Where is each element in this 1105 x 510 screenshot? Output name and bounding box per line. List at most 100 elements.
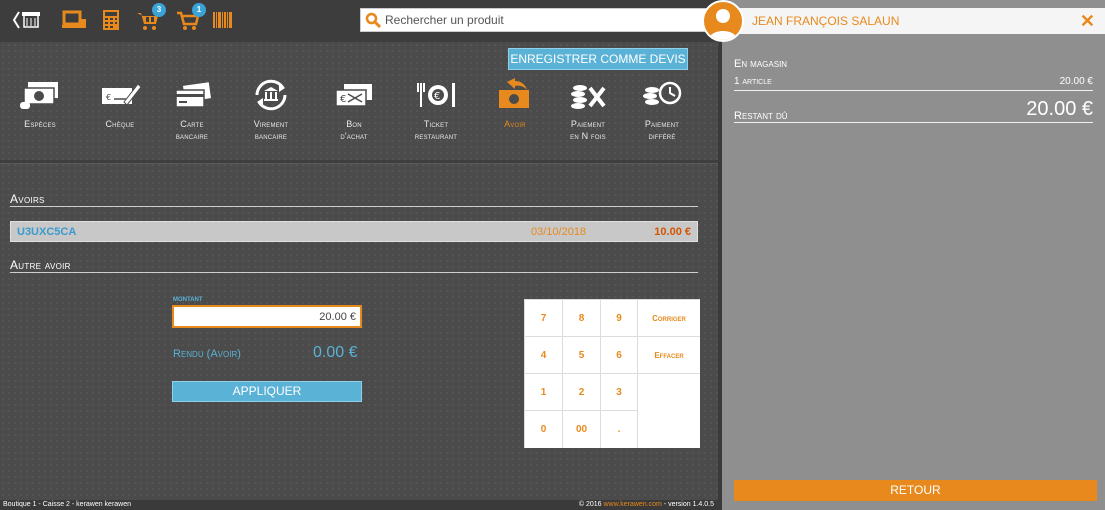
basket-icon[interactable]: 1 (176, 3, 206, 33)
section-divider (10, 272, 698, 273)
cheque-icon: € (85, 76, 155, 114)
credits-section-title: Avoirs (10, 192, 45, 206)
key-4[interactable]: 4 (525, 337, 563, 374)
payment-method-installments[interactable]: Paiement en N fois (553, 76, 623, 164)
key-8[interactable]: 8 (563, 300, 601, 337)
payment-method-label-2: restaurant (414, 131, 458, 141)
other-credit-section-title: Autre avoir (10, 258, 71, 272)
bank-transfer-icon (236, 76, 306, 114)
cart-icon[interactable]: 3 (136, 3, 166, 33)
keypad-empty-cell (638, 374, 700, 448)
payment-method-label: Bon (346, 119, 362, 129)
calculator-icon[interactable] (100, 7, 122, 33)
coins-x-icon (553, 76, 623, 114)
search-icon[interactable] (361, 12, 385, 28)
product-search-input[interactable] (385, 10, 705, 30)
credit-date: 03/10/2018 (531, 226, 587, 238)
key-9[interactable]: 9 (601, 300, 638, 337)
credit-note-row[interactable]: U3UXC5CA 03/10/2018 10.00 € (10, 221, 698, 242)
footer: Boutique 1 - Caisse 2 - kerawen kerawen … (0, 500, 718, 510)
key-5[interactable]: 5 (563, 337, 601, 374)
summary-divider (734, 122, 1093, 123)
customer-bar[interactable]: JEAN FRANÇOIS SALAUN ✕ (702, 0, 1105, 42)
articles-total: 20.00 € (1059, 76, 1093, 87)
methods-divider (0, 160, 718, 164)
version-text: - version 1.4.0.5 (663, 501, 714, 508)
payment-method-label: Avoir (504, 119, 526, 129)
cart-count-badge: 3 (152, 3, 166, 17)
change-label: Rendu (Avoir) (173, 348, 241, 360)
payment-method-label: Chèque (105, 119, 135, 129)
key-00[interactable]: 00 (563, 411, 601, 448)
key-1[interactable]: 1 (525, 374, 563, 411)
payment-method-label: Paiement (570, 119, 606, 129)
payment-method-cash[interactable]: Espèces (5, 76, 75, 164)
website-link[interactable]: www.kerawen.com (603, 501, 661, 508)
payment-method-label-2: bancaire (254, 131, 288, 141)
clear-key[interactable]: Effacer (638, 337, 700, 374)
svg-text:€: € (340, 94, 346, 105)
amount-input[interactable] (172, 305, 362, 328)
payment-method-cheque[interactable]: € Chèque (85, 76, 155, 164)
voucher-icon: € (319, 76, 389, 114)
barcode-icon[interactable] (212, 7, 234, 33)
order-count-badge: 1 (192, 3, 206, 17)
correct-key[interactable]: Corriger (638, 300, 700, 337)
payment-method-label-2: différé (648, 131, 676, 141)
credit-card-icon (157, 76, 227, 114)
key-7[interactable]: 7 (525, 300, 563, 337)
credit-code: U3UXC5CA (17, 226, 77, 238)
svg-text:€: € (106, 93, 111, 102)
key-6[interactable]: 6 (601, 337, 638, 374)
checkout-main-panel: 3 1 ENREGISTRER COMME DEVIS Espèces € (0, 0, 718, 510)
back-shop-icon[interactable] (12, 7, 42, 33)
apply-button[interactable]: APPLIQUER (172, 381, 362, 402)
user-icon[interactable] (702, 0, 744, 42)
pos-screen-icon[interactable] (62, 7, 86, 33)
payment-method-transfer[interactable]: Virement bancaire (236, 76, 306, 164)
payment-method-label: Espèces (24, 119, 56, 129)
payment-method-label: Virement (253, 119, 289, 129)
key-0[interactable]: 0 (525, 411, 563, 448)
meal-ticket-icon: € (401, 76, 471, 114)
payment-method-label-2: bancaire (175, 131, 209, 141)
amount-label: MONTANT (173, 297, 203, 303)
product-search-box[interactable] (360, 8, 718, 32)
footer-copyright: © 2016 www.kerawen.com - version 1.4.0.5 (579, 501, 714, 508)
return-button[interactable]: RETOUR (734, 480, 1097, 501)
credit-amount: 10.00 € (654, 226, 691, 238)
close-icon[interactable]: ✕ (1080, 11, 1095, 32)
payment-method-voucher[interactable]: € Bon d'achat (319, 76, 389, 164)
footer-store-info: Boutique 1 - Caisse 2 - kerawen kerawen (3, 501, 132, 508)
section-divider (10, 206, 698, 207)
payment-method-label: Paiement (644, 119, 680, 129)
payment-methods: Espèces € Chèque Carte bancaire Virement b… (0, 76, 718, 164)
banknote-icon (5, 76, 75, 114)
payment-method-deferred[interactable]: Paiement différé (627, 76, 697, 164)
customer-name: JEAN FRANÇOIS SALAUN (752, 14, 900, 28)
remaining-due-value: 20.00 € (1026, 98, 1093, 120)
payment-method-credit-note[interactable]: Avoir (480, 76, 550, 164)
payment-method-label: Ticket (423, 119, 449, 129)
payment-method-label-2: d'achat (340, 131, 368, 141)
coins-clock-icon (627, 76, 697, 114)
change-value: 0.00 € (313, 344, 358, 361)
articles-count: 1 article (734, 76, 772, 87)
remaining-due-label: Restant dû (734, 110, 788, 122)
svg-text:€: € (434, 91, 440, 102)
payment-method-meal-ticket[interactable]: € Ticket restaurant (401, 76, 471, 164)
credit-note-icon (480, 76, 550, 114)
numeric-keypad: 7 8 9 Corriger 4 5 6 Effacer 1 2 3 0 00 … (524, 299, 700, 448)
key-decimal[interactable]: . (601, 411, 638, 448)
order-summary-panel: JEAN FRANÇOIS SALAUN ✕ En magasin 1 arti… (702, 0, 1105, 510)
sales-location: En magasin (734, 58, 788, 70)
payment-method-card[interactable]: Carte bancaire (157, 76, 227, 164)
payment-method-label-2: en N fois (570, 131, 606, 141)
copyright-text: © 2016 (578, 501, 602, 508)
save-as-quote-button[interactable]: ENREGISTRER COMME DEVIS (508, 48, 688, 70)
payment-method-label: Carte (180, 119, 204, 129)
top-toolbar: 3 1 (0, 0, 718, 42)
summary-divider (734, 90, 1093, 91)
key-3[interactable]: 3 (601, 374, 638, 411)
key-2[interactable]: 2 (563, 374, 601, 411)
